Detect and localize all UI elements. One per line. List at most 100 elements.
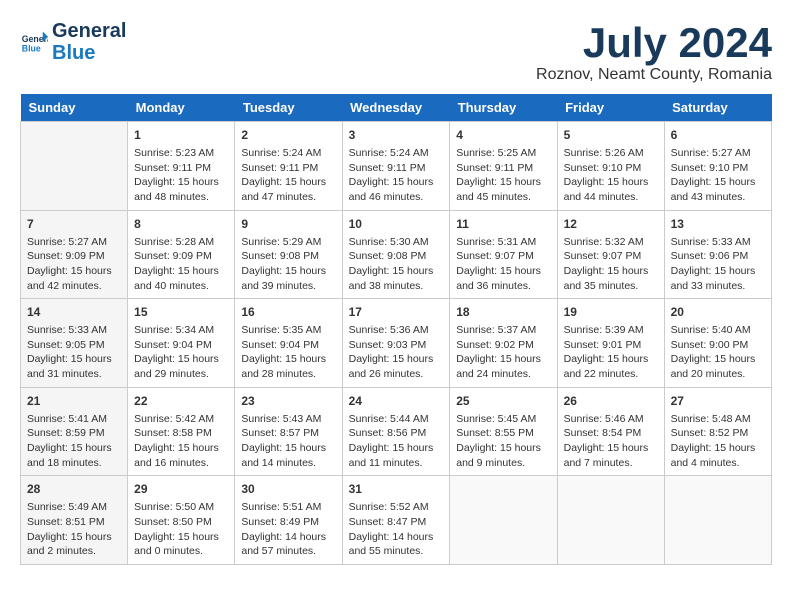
daylight-text: Daylight: 15 hours and 9 minutes.: [456, 441, 550, 470]
sunrise-text: Sunrise: 5:27 AM: [27, 235, 121, 250]
sunrise-text: Sunrise: 5:45 AM: [456, 412, 550, 427]
day-number: 20: [671, 304, 765, 321]
sunrise-text: Sunrise: 5:33 AM: [27, 323, 121, 338]
sunrise-text: Sunrise: 5:46 AM: [564, 412, 658, 427]
calendar-cell: 24Sunrise: 5:44 AMSunset: 8:56 PMDayligh…: [342, 387, 450, 476]
daylight-text: Daylight: 15 hours and 18 minutes.: [27, 441, 121, 470]
daylight-text: Daylight: 15 hours and 2 minutes.: [27, 530, 121, 559]
day-number: 25: [456, 393, 550, 410]
sunset-text: Sunset: 9:11 PM: [134, 161, 228, 176]
sunrise-text: Sunrise: 5:39 AM: [564, 323, 658, 338]
sunset-text: Sunset: 9:09 PM: [134, 249, 228, 264]
sunset-text: Sunset: 8:56 PM: [349, 426, 444, 441]
daylight-text: Daylight: 14 hours and 55 minutes.: [349, 530, 444, 559]
daylight-text: Daylight: 15 hours and 29 minutes.: [134, 352, 228, 381]
col-wednesday: Wednesday: [342, 94, 450, 122]
logo-text-general: General: [52, 20, 126, 42]
calendar-cell: 28Sunrise: 5:49 AMSunset: 8:51 PMDayligh…: [21, 476, 128, 565]
col-friday: Friday: [557, 94, 664, 122]
calendar-cell: 16 Sunrise: 5:35 AMSunset: 9:04 PMDayligh…: [235, 299, 342, 388]
calendar-cell: 5Sunrise: 5:26 AMSunset: 9:10 PMDaylight…: [557, 122, 664, 211]
calendar-cell: 9Sunrise: 5:29 AMSunset: 9:08 PMDaylight…: [235, 210, 342, 299]
daylight-text: Daylight: 15 hours and 47 minutes.: [241, 175, 335, 204]
sunset-text: Sunset: 8:55 PM: [456, 426, 550, 441]
col-monday: Monday: [128, 94, 235, 122]
daylight-text: Daylight: 15 hours and 22 minutes.: [564, 352, 658, 381]
calendar-cell: 20Sunrise: 5:40 AMSunset: 9:00 PMDayligh…: [664, 299, 771, 388]
day-number: 16: [241, 304, 335, 321]
daylight-text: Daylight: 15 hours and 20 minutes.: [671, 352, 765, 381]
day-number: 28: [27, 481, 121, 498]
day-number: 11: [456, 216, 550, 233]
calendar-cell: 22Sunrise: 5:42 AMSunset: 8:58 PMDayligh…: [128, 387, 235, 476]
calendar-cell: 8 Sunrise: 5:28 AMSunset: 9:09 PMDaylight…: [128, 210, 235, 299]
daylight-text: Daylight: 15 hours and 16 minutes.: [134, 441, 228, 470]
day-number: 22: [134, 393, 228, 410]
sunrise-text: Sunrise: 5:35 AM: [241, 323, 335, 338]
day-number: 3: [349, 127, 444, 144]
sunset-text: Sunset: 9:09 PM: [27, 249, 121, 264]
calendar-cell: 11 Sunrise: 5:31 AMSunset: 9:07 PMDayligh…: [450, 210, 557, 299]
sunrise-text: Sunrise: 5:42 AM: [134, 412, 228, 427]
sunset-text: Sunset: 9:07 PM: [456, 249, 550, 264]
calendar-header-row: Sunday Monday Tuesday Wednesday Thursday…: [21, 94, 772, 122]
col-sunday: Sunday: [21, 94, 128, 122]
sunset-text: Sunset: 9:01 PM: [564, 338, 658, 353]
sunrise-text: Sunrise: 5:52 AM: [349, 500, 444, 515]
daylight-text: Daylight: 15 hours and 36 minutes.: [456, 264, 550, 293]
calendar-cell: 17Sunrise: 5:36 AMSunset: 9:03 PMDayligh…: [342, 299, 450, 388]
sunrise-text: Sunrise: 5:50 AM: [134, 500, 228, 515]
daylight-text: Daylight: 15 hours and 26 minutes.: [349, 352, 444, 381]
calendar-cell: 7Sunrise: 5:27 AMSunset: 9:09 PMDaylight…: [21, 210, 128, 299]
calendar-cell: 14Sunrise: 5:33 AMSunset: 9:05 PMDayligh…: [21, 299, 128, 388]
sunrise-text: Sunrise: 5:24 AM: [349, 146, 444, 161]
month-title: July 2024: [536, 20, 772, 66]
daylight-text: Daylight: 15 hours and 28 minutes.: [241, 352, 335, 381]
sunset-text: Sunset: 8:47 PM: [349, 515, 444, 530]
calendar-cell: 15Sunrise: 5:34 AMSunset: 9:04 PMDayligh…: [128, 299, 235, 388]
day-number: 7: [27, 216, 121, 233]
day-number: 8: [134, 216, 228, 233]
calendar-cell: 31 Sunrise: 5:52 AMSunset: 8:47 PMDayligh…: [342, 476, 450, 565]
sunset-text: Sunset: 9:00 PM: [671, 338, 765, 353]
logo-icon: General Blue: [20, 28, 48, 56]
daylight-text: Daylight: 15 hours and 44 minutes.: [564, 175, 658, 204]
calendar-week-3: 14Sunrise: 5:33 AMSunset: 9:05 PMDayligh…: [21, 299, 772, 388]
calendar-week-5: 28Sunrise: 5:49 AMSunset: 8:51 PMDayligh…: [21, 476, 772, 565]
day-number: 10: [349, 216, 444, 233]
sunrise-text: Sunrise: 5:33 AM: [671, 235, 765, 250]
calendar-week-1: 1Sunrise: 5:23 AMSunset: 9:11 PMDaylight…: [21, 122, 772, 211]
day-number: 15: [134, 304, 228, 321]
daylight-text: Daylight: 15 hours and 39 minutes.: [241, 264, 335, 293]
calendar-cell: 6Sunrise: 5:27 AMSunset: 9:10 PMDaylight…: [664, 122, 771, 211]
page-header: General Blue General Blue July 2024 Rozn…: [20, 20, 772, 84]
daylight-text: Daylight: 15 hours and 40 minutes.: [134, 264, 228, 293]
sunset-text: Sunset: 9:04 PM: [241, 338, 335, 353]
svg-text:Blue: Blue: [22, 44, 41, 54]
sunrise-text: Sunrise: 5:28 AM: [134, 235, 228, 250]
sunset-text: Sunset: 9:11 PM: [241, 161, 335, 176]
sunrise-text: Sunrise: 5:23 AM: [134, 146, 228, 161]
calendar-cell: [664, 476, 771, 565]
sunrise-text: Sunrise: 5:30 AM: [349, 235, 444, 250]
sunset-text: Sunset: 9:05 PM: [27, 338, 121, 353]
day-number: 21: [27, 393, 121, 410]
sunset-text: Sunset: 9:11 PM: [349, 161, 444, 176]
sunrise-text: Sunrise: 5:24 AM: [241, 146, 335, 161]
day-number: 26: [564, 393, 658, 410]
calendar-cell: 4Sunrise: 5:25 AMSunset: 9:11 PMDaylight…: [450, 122, 557, 211]
day-number: 17: [349, 304, 444, 321]
calendar-cell: 10Sunrise: 5:30 AMSunset: 9:08 PMDayligh…: [342, 210, 450, 299]
sunrise-text: Sunrise: 5:49 AM: [27, 500, 121, 515]
location-subtitle: Roznov, Neamt County, Romania: [536, 66, 772, 84]
sunrise-text: Sunrise: 5:31 AM: [456, 235, 550, 250]
sunset-text: Sunset: 8:57 PM: [241, 426, 335, 441]
daylight-text: Daylight: 15 hours and 33 minutes.: [671, 264, 765, 293]
day-number: 31: [349, 481, 444, 498]
sunset-text: Sunset: 8:49 PM: [241, 515, 335, 530]
sunset-text: Sunset: 9:03 PM: [349, 338, 444, 353]
day-number: 23: [241, 393, 335, 410]
sunset-text: Sunset: 8:52 PM: [671, 426, 765, 441]
calendar-cell: 18Sunrise: 5:37 AMSunset: 9:02 PMDayligh…: [450, 299, 557, 388]
day-number: 13: [671, 216, 765, 233]
